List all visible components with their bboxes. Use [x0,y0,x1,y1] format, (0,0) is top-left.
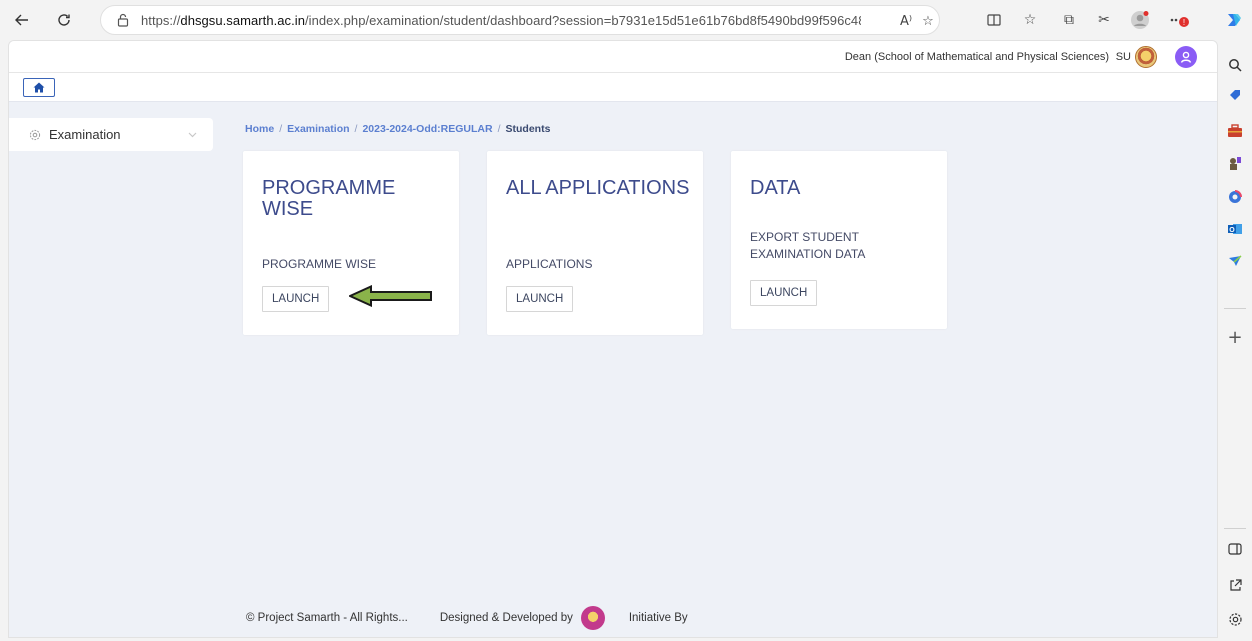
breadcrumb-home[interactable]: Home [245,123,274,135]
favorites-icon[interactable]: ☆ [1018,8,1042,32]
card-subtitle: APPLICATIONS [506,257,593,271]
card-programme-wise: PROGRAMME WISE PROGRAMME WISE LAUNCH [243,151,459,335]
home-icon [33,82,45,93]
university-logo [1135,46,1157,68]
footer-initiative: Initiative By [628,612,688,624]
sidebar-divider [1224,528,1246,529]
annotation-arrow-icon [349,285,432,307]
breadcrumb-examination[interactable]: Examination [287,123,349,135]
back-arrow-icon[interactable] [10,8,34,32]
card-title: DATA [750,177,801,199]
user-initials[interactable]: SU [1116,51,1131,63]
page-viewport: Dean (School of Mathematical and Physica… [8,40,1218,638]
collections-icon[interactable]: ⧉ [1057,8,1081,32]
breadcrumb-session[interactable]: 2023-2024-Odd:REGULAR [362,123,492,135]
url-host: dhsgsu.samarth.ac.in [180,12,305,28]
refresh-icon[interactable] [52,8,76,32]
launch-export-data-button[interactable]: LAUNCH [750,280,818,306]
browser-toolbar: https://dhsgsu.samarth.ac.in/index.php/e… [0,0,1252,40]
breadcrumb: Home / Examination / 2023-2024-Odd:REGULAR / S… [245,123,550,135]
user-role-label: Dean (School of Mathematical and Physica… [844,51,1109,63]
gear-icon [29,129,41,141]
svg-text:!: ! [1183,18,1185,27]
split-screen-icon[interactable] [982,8,1006,32]
card-title: ALL APPLICATIONS [506,177,690,199]
external-link-icon[interactable] [1226,576,1244,594]
search-icon[interactable] [1226,56,1244,74]
microsoft-365-icon[interactable] [1226,188,1244,206]
sidebar-item-examination[interactable]: Examination [9,118,213,151]
browser-sidebar: O + [1218,40,1252,641]
url-path: /index.php/examination/student/dashboard… [305,12,861,28]
launch-applications-button[interactable]: LAUNCH [506,286,574,312]
shopping-tag-icon[interactable] [1226,86,1244,104]
sidebar-divider [1224,308,1246,309]
card-data: DATA EXPORT STUDENT EXAMINATION DATA LAU… [731,151,947,329]
more-options-icon[interactable]: ! [1168,8,1192,32]
chevron-down-icon [187,130,197,140]
footer: © Project Samarth - All Rights... Design… [246,606,688,630]
sidebar-item-label: Examination [49,127,121,142]
breadcrumb-current: Students [505,123,551,135]
url-prefix: https:// [141,12,181,28]
hide-sidebar-icon[interactable] [1226,540,1244,558]
card-subtitle: PROGRAMME WISE [262,257,377,271]
profile-icon[interactable] [1128,8,1152,32]
add-icon[interactable]: + [1226,327,1244,348]
card-title: PROGRAMME WISE [262,177,396,220]
tools-icon[interactable] [1226,122,1244,140]
user-avatar-icon[interactable] [1175,46,1197,68]
breadcrumb-separator: / [279,123,283,135]
page-info-icon[interactable] [115,12,131,28]
app-header: Dean (School of Mathematical and Physica… [9,41,1217,73]
copilot-icon[interactable] [1222,8,1246,32]
footer-designed-by: Designed & Developed by [439,612,573,624]
read-aloud-icon[interactable]: A⁾ [897,12,915,30]
card-all-applications: ALL APPLICATIONS APPLICATIONS LAUNCH [487,151,703,335]
url-text: https://dhsgsu.samarth.ac.in/index.php/e… [141,13,861,28]
app-subbar [9,73,1217,102]
outlook-icon[interactable]: O [1226,220,1244,238]
footer-copyright: © Project Samarth - All Rights... [246,612,408,624]
address-bar[interactable]: https://dhsgsu.samarth.ac.in/index.php/e… [100,5,940,35]
launch-programme-wise-button[interactable]: LAUNCH [262,286,330,312]
breadcrumb-separator: / [497,123,501,135]
extensions-icon[interactable]: ✂ [1092,8,1116,32]
send-icon[interactable] [1226,252,1244,270]
settings-gear-icon[interactable] [1226,610,1244,628]
samarth-logo[interactable] [580,606,605,630]
favorite-star-icon[interactable]: ☆ [919,12,937,30]
svg-text:O: O [1229,227,1235,234]
card-subtitle: EXPORT STUDENT EXAMINATION DATA [750,230,866,261]
breadcrumb-separator: / [354,123,358,135]
home-button[interactable] [23,78,55,97]
games-icon[interactable] [1226,154,1244,172]
